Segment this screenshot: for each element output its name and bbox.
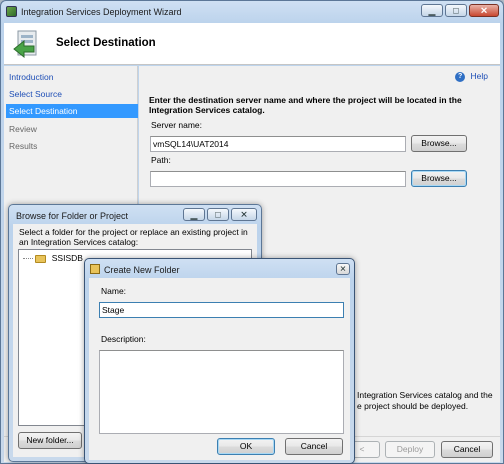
minimize-icon: ▁ <box>428 5 436 15</box>
ok-button[interactable]: OK <box>217 438 275 455</box>
folder-name-field[interactable]: Stage <box>99 302 344 318</box>
nav-item-introduction[interactable]: Introduction <box>9 72 53 82</box>
folder-name-label: Name: <box>101 286 127 296</box>
tree-item-label: SSISDB <box>51 253 83 263</box>
nav-item-select-source[interactable]: Select Source <box>9 89 62 99</box>
deploy-button[interactable]: Deploy <box>385 441 435 458</box>
help-label: Help <box>470 71 488 81</box>
folder-description-label: Description: <box>101 334 146 344</box>
create-folder-dialog: Create New Folder ✕ Name: Stage Descript… <box>84 258 355 464</box>
close-icon: ✕ <box>240 209 248 219</box>
wizard-app-icon <box>6 6 17 17</box>
browse-maximize-button[interactable]: □ <box>207 208 229 221</box>
server-name-field[interactable]: vmSQL14\UAT2014 <box>150 136 406 152</box>
nav-item-select-destination[interactable]: Select Destination <box>6 104 138 118</box>
tree-line <box>23 258 33 260</box>
browse-dialog-title: Browse for Folder or Project <box>16 211 129 221</box>
tree-item-ssisdb[interactable]: SSISDB <box>23 253 83 263</box>
wizard-cancel-button[interactable]: Cancel <box>441 441 493 458</box>
path-browse-button[interactable]: Browse... <box>411 170 467 187</box>
folder-icon <box>35 254 47 263</box>
minimize-icon: ▁ <box>190 209 198 219</box>
maximize-button[interactable]: □ <box>445 4 467 17</box>
destination-instruction: Enter the destination server name and wh… <box>149 95 462 115</box>
browse-instruction: Select a folder for the project or repla… <box>19 227 248 247</box>
nav-item-results: Results <box>9 141 38 151</box>
create-folder-title: Create New Folder <box>104 265 180 275</box>
create-folder-close-button[interactable]: ✕ <box>336 263 350 275</box>
nav-item-label: Select Destination <box>9 106 78 116</box>
path-label: Path: <box>151 155 171 165</box>
browse-close-button[interactable]: ✕ <box>231 208 257 221</box>
path-field[interactable] <box>150 171 406 187</box>
wizard-titlebar[interactable]: Integration Services Deployment Wizard ▁… <box>1 1 503 23</box>
maximize-icon: □ <box>215 209 221 219</box>
maximize-icon: □ <box>453 5 459 15</box>
close-button[interactable]: ✕ <box>469 4 499 17</box>
close-icon: ✕ <box>480 5 488 15</box>
server-name-label: Server name: <box>151 120 203 130</box>
nav-item-review: Review <box>9 124 37 134</box>
server-browse-button[interactable]: Browse... <box>411 135 467 152</box>
wizard-title: Integration Services Deployment Wizard <box>21 7 182 17</box>
help-icon: ? <box>455 71 466 82</box>
new-folder-button[interactable]: New folder... <box>18 432 82 449</box>
create-folder-client: Name: Stage Description: OK Cancel <box>89 278 350 460</box>
wizard-header-icon <box>10 27 44 61</box>
partial-text-line-1: Integration Services catalog and the <box>357 390 493 400</box>
wizard-header: Select Destination <box>4 23 500 65</box>
page-title: Select Destination <box>56 37 156 49</box>
help-link[interactable]: ? Help <box>455 71 488 82</box>
folder-description-field[interactable] <box>99 350 344 434</box>
minimize-button[interactable]: ▁ <box>421 4 443 17</box>
close-icon: ✕ <box>339 264 347 274</box>
create-folder-app-icon <box>90 264 100 274</box>
create-folder-cancel-button[interactable]: Cancel <box>285 438 343 455</box>
browse-minimize-button[interactable]: ▁ <box>183 208 205 221</box>
partial-text-line-2: e project should be deployed. <box>357 401 469 411</box>
